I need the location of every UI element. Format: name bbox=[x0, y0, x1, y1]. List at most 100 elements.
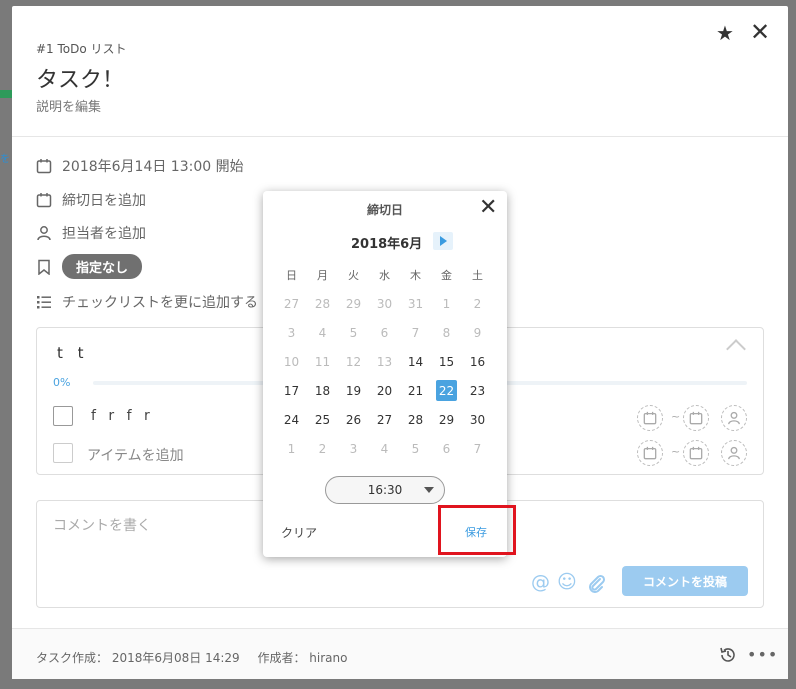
calendar-day-number: 6 bbox=[442, 441, 451, 456]
person-icon bbox=[37, 226, 51, 241]
checklist-item-text[interactable]: f r f r bbox=[91, 408, 154, 424]
created-info: タスク作成： 2018年6月08日 14:29 bbox=[36, 651, 240, 665]
calendar-day-other-month: 11 bbox=[307, 347, 338, 376]
calendar-day-number: 1 bbox=[442, 296, 451, 311]
smile-icon[interactable]: ☺ bbox=[557, 571, 577, 593]
calendar-day-number: 21 bbox=[407, 383, 424, 398]
star-icon[interactable]: ★ bbox=[716, 21, 734, 45]
calendar-day-number: 17 bbox=[283, 383, 300, 398]
calendar-day-number: 2 bbox=[318, 441, 327, 456]
calendar-day-selected[interactable]: 22 bbox=[431, 376, 462, 405]
breadcrumb[interactable]: #1 ToDo リスト bbox=[36, 40, 127, 57]
next-month-icon[interactable] bbox=[433, 232, 453, 250]
calendar-day[interactable]: 23 bbox=[462, 376, 493, 405]
close-icon[interactable]: ✕ bbox=[479, 195, 497, 220]
start-date-row[interactable]: 2018年6月14日 13:00 開始 bbox=[36, 156, 244, 176]
item-due-date-icon[interactable] bbox=[683, 405, 709, 431]
item-assignee-icon[interactable] bbox=[721, 405, 747, 431]
calendar-day-number: 7 bbox=[473, 441, 482, 456]
calendar-day[interactable]: 26 bbox=[338, 405, 369, 434]
picker-month: 2018年6月 bbox=[351, 237, 423, 252]
calendar-day-other-month: 2 bbox=[307, 434, 338, 463]
calendar-icon bbox=[643, 446, 657, 460]
calendar-day-number: 4 bbox=[318, 325, 327, 340]
calendar-icon bbox=[36, 193, 52, 208]
new-item-due-date-icon[interactable] bbox=[683, 440, 709, 466]
due-date-row[interactable]: 締切日を追加 bbox=[36, 190, 146, 210]
footer-meta: タスク作成： 2018年6月08日 14:29 作成者： hirano bbox=[36, 649, 347, 666]
calendar-day-number: 15 bbox=[438, 354, 455, 369]
weekday-header: 火 bbox=[348, 268, 359, 282]
clear-button[interactable]: クリア bbox=[281, 524, 317, 541]
chevron-up-icon[interactable] bbox=[726, 339, 746, 359]
history-icon[interactable] bbox=[718, 645, 738, 665]
calendar-day-number: 25 bbox=[314, 412, 331, 427]
add-item-link[interactable]: アイテムを追加 bbox=[87, 445, 184, 465]
calendar-day[interactable]: 14 bbox=[400, 347, 431, 376]
calendar-day[interactable]: 17 bbox=[276, 376, 307, 405]
paperclip-icon[interactable] bbox=[586, 573, 606, 593]
calendar-day-other-month: 27 bbox=[276, 289, 307, 318]
calendar-day-number: 24 bbox=[283, 412, 300, 427]
calendar-day-number: 18 bbox=[314, 383, 331, 398]
comment-placeholder: コメントを書く bbox=[53, 518, 151, 534]
add-checklist-link: チェックリストを更に追加する bbox=[62, 295, 258, 311]
calendar-day-number: 16 bbox=[469, 354, 486, 369]
weekday-header: 木 bbox=[410, 268, 421, 282]
calendar-day-number: 2 bbox=[473, 296, 482, 311]
calendar-day-other-month: 3 bbox=[338, 434, 369, 463]
calendar-day[interactable]: 30 bbox=[462, 405, 493, 434]
calendar-day-other-month: 1 bbox=[431, 289, 462, 318]
calendar-day-number: 27 bbox=[283, 296, 300, 311]
calendar-day-number: 6 bbox=[380, 325, 389, 340]
edit-description-link[interactable]: 説明を編集 bbox=[36, 96, 101, 115]
due-date-picker: 締切日 ✕ 2018年6月 日月火水木金土 27 28 29 30 31 1 2 3 4 5 6 7 8 9… bbox=[263, 191, 507, 557]
background-text: を bbox=[0, 154, 10, 165]
calendar-day-other-month: 2 bbox=[462, 289, 493, 318]
calendar-day[interactable]: 21 bbox=[400, 376, 431, 405]
task-title[interactable]: タスク！ bbox=[36, 62, 124, 94]
checklist-title[interactable]: t t bbox=[57, 344, 89, 362]
calendar-day[interactable]: 20 bbox=[369, 376, 400, 405]
at-icon[interactable]: @ bbox=[531, 571, 550, 593]
new-item-checkbox[interactable] bbox=[53, 443, 73, 463]
calendar-day-number: 14 bbox=[407, 354, 424, 369]
calendar-day[interactable]: 27 bbox=[369, 405, 400, 434]
assignee-row[interactable]: 担当者を追加 bbox=[36, 223, 146, 243]
calendar-day[interactable]: 28 bbox=[400, 405, 431, 434]
more-icon[interactable]: ••• bbox=[747, 645, 778, 664]
calendar-day[interactable]: 24 bbox=[276, 405, 307, 434]
calendar-day-number: 31 bbox=[407, 296, 424, 311]
item-start-date-icon[interactable] bbox=[637, 405, 663, 431]
label-pill[interactable]: 指定なし bbox=[62, 254, 143, 279]
add-due-date-link: 締切日を追加 bbox=[62, 193, 146, 209]
calendar-day-number: 26 bbox=[345, 412, 362, 427]
calendar-day-other-month: 1 bbox=[276, 434, 307, 463]
new-item-assignee-icon[interactable] bbox=[721, 440, 747, 466]
calendar-day-number: 10 bbox=[283, 354, 300, 369]
calendar-day-number: 30 bbox=[469, 412, 486, 427]
modal-footer: タスク作成： 2018年6月08日 14:29 作成者： hirano ••• bbox=[12, 628, 788, 679]
item-checkbox[interactable] bbox=[53, 406, 73, 426]
calendar-day[interactable]: 29 bbox=[431, 405, 462, 434]
weekday-header: 水 bbox=[379, 268, 390, 282]
calendar-day-other-month: 30 bbox=[369, 289, 400, 318]
calendar-day-number: 19 bbox=[345, 383, 362, 398]
calendar-day-other-month: 28 bbox=[307, 289, 338, 318]
calendar-day[interactable]: 16 bbox=[462, 347, 493, 376]
post-comment-button[interactable]: コメントを投稿 bbox=[622, 566, 748, 596]
calendar-day[interactable]: 25 bbox=[307, 405, 338, 434]
modal-header: #1 ToDo リスト タスク！ 説明を編集 ★ ✕ bbox=[12, 6, 788, 137]
calendar-day[interactable]: 15 bbox=[431, 347, 462, 376]
close-icon[interactable]: ✕ bbox=[750, 18, 770, 46]
time-select[interactable]: 16:30 bbox=[325, 476, 445, 504]
highlight-box bbox=[438, 505, 516, 555]
add-checklist-row[interactable]: チェックリストを更に追加する bbox=[36, 292, 258, 312]
calendar-day-other-month: 9 bbox=[462, 318, 493, 347]
new-item-start-date-icon[interactable] bbox=[637, 440, 663, 466]
calendar-icon bbox=[689, 411, 703, 425]
calendar-day-number: 30 bbox=[376, 296, 393, 311]
calendar-day[interactable]: 19 bbox=[338, 376, 369, 405]
calendar-day[interactable]: 18 bbox=[307, 376, 338, 405]
weekday-header: 金 bbox=[441, 268, 452, 282]
